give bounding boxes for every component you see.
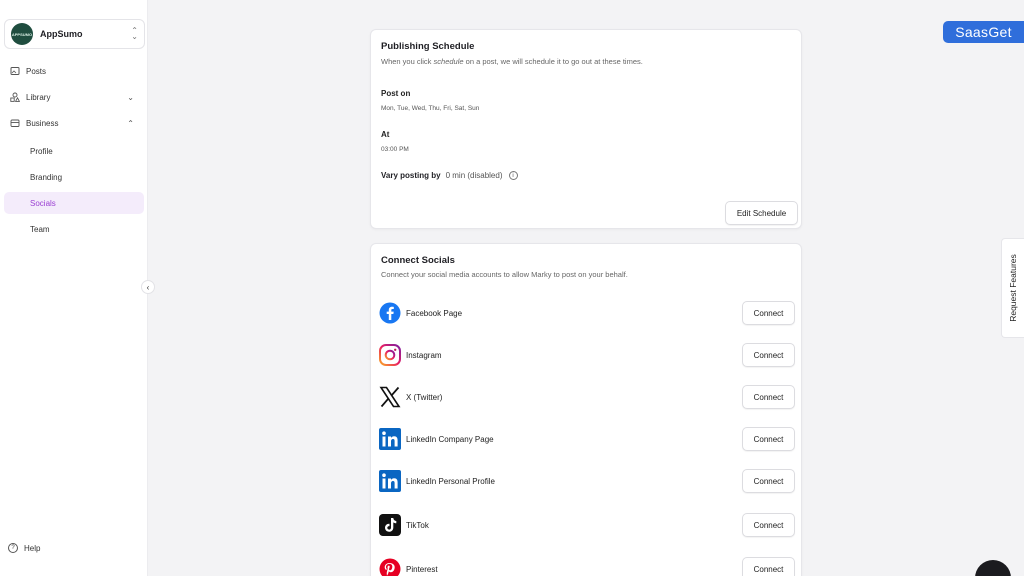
sidebar-item-label: Library xyxy=(26,92,51,102)
chevron-down-icon: ⌄ xyxy=(127,92,134,102)
connect-title: Connect Socials xyxy=(381,255,455,266)
brand-watermark: SaasGet xyxy=(943,21,1024,43)
sidebar-item-label: Business xyxy=(26,118,59,128)
sidebar-item-branding[interactable]: Branding xyxy=(4,166,144,188)
connect-facebook-button[interactable]: Connect xyxy=(742,301,795,325)
sidebar-item-socials[interactable]: Socials xyxy=(4,192,144,214)
sidebar-item-profile[interactable]: Profile xyxy=(4,140,144,162)
vary-label: Vary posting by xyxy=(381,171,441,180)
social-row-linkedin-company: LinkedIn Company Page Connect xyxy=(379,426,795,452)
social-name: X (Twitter) xyxy=(406,392,443,402)
sidebar-item-team[interactable]: Team xyxy=(4,218,144,240)
tiktok-icon xyxy=(379,514,401,536)
social-row-pinterest: Pinterest Connect xyxy=(379,556,795,576)
request-features-label: Request Features xyxy=(1008,254,1019,322)
help-label: Help xyxy=(24,543,41,553)
social-row-instagram: Instagram Connect xyxy=(379,342,795,368)
sidebar-item-library[interactable]: Library ⌄ xyxy=(4,86,144,108)
sidebar-item-label: Profile xyxy=(30,146,53,156)
connect-socials-card: Connect Socials Connect your social medi… xyxy=(370,243,802,576)
info-icon[interactable]: i xyxy=(508,171,518,180)
edit-schedule-button[interactable]: Edit Schedule xyxy=(725,201,798,225)
sidebar-item-label: Team xyxy=(30,224,50,234)
sidebar-item-label: Socials xyxy=(30,198,56,208)
facebook-icon xyxy=(379,302,401,324)
connect-tiktok-button[interactable]: Connect xyxy=(742,513,795,537)
connect-linkedin-company-button[interactable]: Connect xyxy=(742,427,795,451)
social-name: LinkedIn Company Page xyxy=(406,434,494,444)
vary-value: 0 min (disabled) xyxy=(445,171,503,180)
schedule-subtitle: When you click schedule on a post, we wi… xyxy=(381,57,643,66)
social-name: Facebook Page xyxy=(406,308,463,318)
sidebar: APPSUMO AppSumo ⌃ ⌄ Posts Library ⌄ Busin… xyxy=(0,0,148,576)
social-name: LinkedIn Personal Profile xyxy=(406,476,495,486)
social-name: TikTok xyxy=(406,520,429,530)
connect-linkedin-personal-button[interactable]: Connect xyxy=(742,469,795,493)
sidebar-item-posts[interactable]: Posts xyxy=(4,60,144,82)
help-link[interactable]: ? Help xyxy=(8,543,40,553)
image-icon xyxy=(10,66,20,76)
post-on-value: Mon, Tue, Wed, Thu, Fri, Sat, Sun xyxy=(381,105,480,112)
at-value: 03:00 PM xyxy=(381,146,409,153)
workspace-name: AppSumo xyxy=(40,29,83,39)
instagram-icon xyxy=(379,344,401,366)
connect-subtitle: Connect your social media accounts to al… xyxy=(381,270,628,279)
shapes-icon xyxy=(10,92,20,102)
at-label: At xyxy=(381,130,390,139)
help-icon: ? xyxy=(8,543,18,553)
linkedin-icon xyxy=(379,470,401,492)
social-name: Pinterest xyxy=(406,564,438,574)
social-name: Instagram xyxy=(406,350,442,360)
connect-instagram-button[interactable]: Connect xyxy=(742,343,795,367)
post-on-label: Post on xyxy=(381,89,411,98)
briefcase-icon xyxy=(10,118,20,128)
social-row-facebook: Facebook Page Connect xyxy=(379,300,795,326)
chat-launcher-button[interactable] xyxy=(975,560,1011,576)
sidebar-item-label: Branding xyxy=(30,172,63,182)
connect-x-twitter-button[interactable]: Connect xyxy=(742,385,795,409)
schedule-title: Publishing Schedule xyxy=(381,41,475,52)
linkedin-icon xyxy=(379,428,401,450)
x-twitter-icon xyxy=(379,386,401,408)
social-row-tiktok: TikTok Connect xyxy=(379,512,795,538)
connect-pinterest-button[interactable]: Connect xyxy=(742,557,795,576)
pinterest-icon xyxy=(379,558,401,576)
social-row-x-twitter: X (Twitter) Connect xyxy=(379,384,795,410)
workspace-logo: APPSUMO xyxy=(11,23,33,45)
social-row-linkedin-personal: LinkedIn Personal Profile Connect xyxy=(379,468,795,494)
sidebar-item-label: Posts xyxy=(26,66,47,76)
chevron-up-down-icon: ⌃ ⌄ xyxy=(131,26,138,41)
chevron-left-icon: ‹ xyxy=(146,282,150,292)
vary-posting: Vary posting by 0 min (disabled) i xyxy=(381,171,518,180)
collapse-sidebar-button[interactable]: ‹ xyxy=(141,280,155,294)
publishing-schedule-card: Publishing Schedule When you click sched… xyxy=(370,29,802,229)
workspace-switcher[interactable]: APPSUMO AppSumo ⌃ ⌄ xyxy=(4,19,145,49)
sidebar-item-business[interactable]: Business ⌃ xyxy=(4,112,144,134)
chevron-up-icon: ⌃ xyxy=(127,118,134,128)
request-features-tab[interactable]: Request Features xyxy=(1001,238,1024,338)
